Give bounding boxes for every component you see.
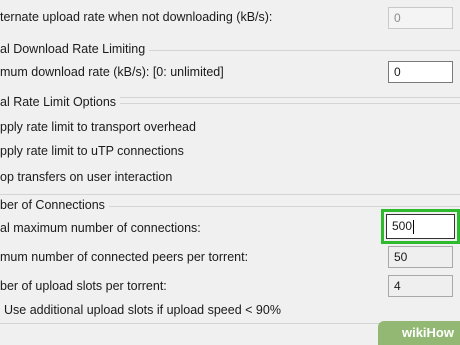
watermark-how: How xyxy=(426,325,454,340)
alt-upload-rate-field[interactable]: 0 xyxy=(388,7,453,29)
max-peers-field[interactable]: 50 xyxy=(388,246,453,268)
max-download-rate-field[interactable]: 0 xyxy=(388,61,453,83)
alt-upload-rate-label: ternate upload rate when not downloading… xyxy=(0,10,273,24)
download-rate-group-title: al Download Rate Limiting xyxy=(0,42,150,56)
stop-transfers-checkbox-label[interactable]: op transfers on user interaction xyxy=(0,170,172,184)
rate-limit-utp-checkbox-label[interactable]: pply rate limit to uTP connections xyxy=(0,144,184,158)
upload-slots-label: ber of upload slots per torrent: xyxy=(0,279,167,293)
max-connections-label: al maximum number of connections: xyxy=(0,221,201,235)
watermark-wiki: wiki xyxy=(401,325,427,340)
rate-limit-overhead-checkbox-label[interactable]: pply rate limit to transport overhead xyxy=(0,120,196,134)
wikihow-watermark: wikiHow xyxy=(378,321,460,345)
text-caret xyxy=(413,219,415,234)
rate-limit-options-group-title: al Rate Limit Options xyxy=(0,95,121,109)
max-download-rate-label: mum download rate (kB/s): [0: unlimited] xyxy=(0,65,224,79)
additional-slots-checkbox-label[interactable]: Use additional upload slots if upload sp… xyxy=(4,303,281,317)
max-peers-label: mum number of connected peers per torren… xyxy=(0,250,249,264)
connections-group-title: ber of Connections xyxy=(0,198,109,212)
max-connections-field[interactable]: 500 xyxy=(386,214,455,239)
upload-slots-field[interactable]: 4 xyxy=(388,275,453,297)
max-connections-value: 500 xyxy=(392,219,413,233)
